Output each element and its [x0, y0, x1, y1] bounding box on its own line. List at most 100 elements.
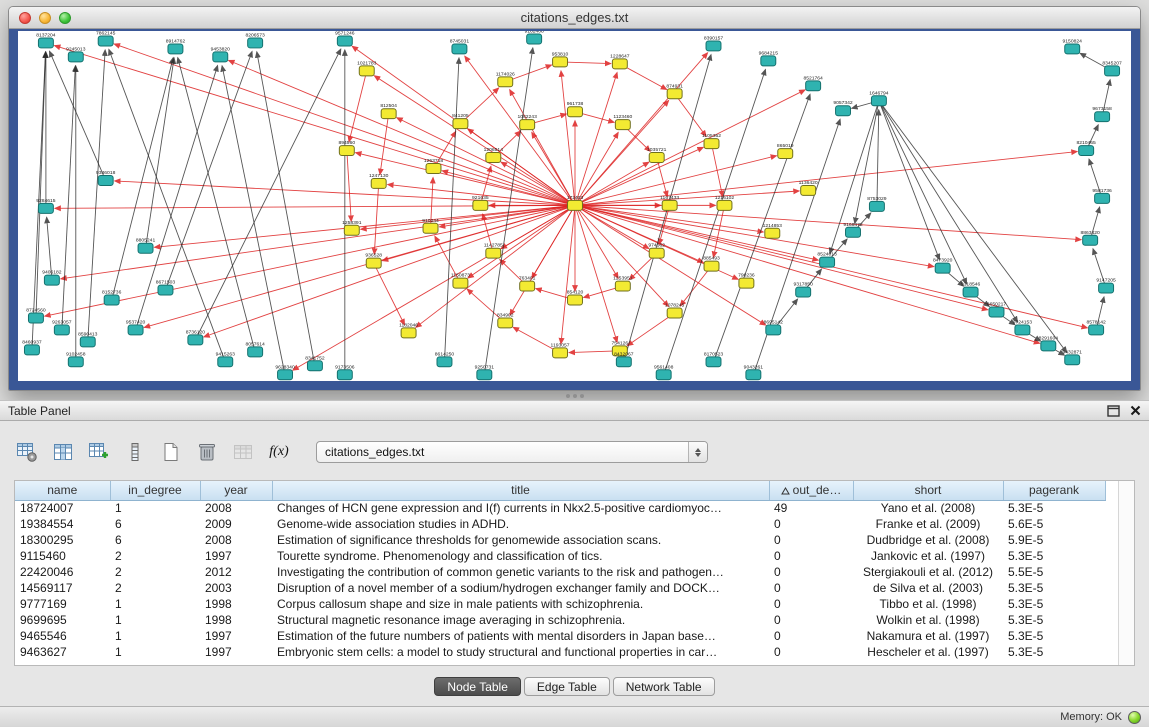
graph-node[interactable]: 1228647: [610, 53, 630, 68]
table-row[interactable]: 969969511998Structural magnetic resonanc…: [15, 612, 1105, 628]
table-cell[interactable]: 1: [110, 612, 200, 628]
float-panel-icon[interactable]: [1107, 405, 1120, 417]
graph-node[interactable]: 8206573: [245, 32, 265, 47]
table-cell[interactable]: 6: [110, 516, 200, 532]
table-cell[interactable]: Nakamura et al. (1997): [853, 628, 1003, 644]
graph-node[interactable]: 8736120: [186, 329, 206, 344]
table-cell[interactable]: 1: [110, 500, 200, 516]
graph-node[interactable]: 8753029: [867, 196, 887, 211]
column-header-in-degree[interactable]: in_degree: [110, 481, 200, 500]
tab-edge-table[interactable]: Edge Table: [524, 677, 610, 696]
graph-node[interactable]: 9537420: [126, 319, 146, 334]
table-row[interactable]: 1456911722003Disruption of a novel membe…: [15, 580, 1105, 596]
table-selector-dropdown[interactable]: citations_edges.txt: [316, 441, 708, 463]
graph-node[interactable]: 9684215: [759, 50, 779, 65]
graph-node[interactable]: 8152736: [102, 290, 122, 305]
graph-node[interactable]: 8341752: [305, 355, 325, 370]
new-table-button[interactable]: [158, 439, 184, 465]
table-cell[interactable]: Genome-wide association studies in ADHD.: [272, 516, 769, 532]
create-column-button[interactable]: [86, 439, 112, 465]
graph-node[interactable]: 9581736: [1092, 188, 1112, 203]
graph-node[interactable]: 1263718: [424, 158, 444, 173]
graph-node[interactable]: 8695142: [764, 319, 784, 334]
table-cell[interactable]: 2008: [200, 500, 272, 516]
graph-node[interactable]: 1193057: [551, 342, 570, 357]
graph-node[interactable]: 1253951: [613, 276, 633, 291]
table-cell[interactable]: 18724007: [15, 500, 110, 516]
table-scrollbar[interactable]: [1118, 481, 1134, 665]
table-cell[interactable]: 0: [769, 564, 853, 580]
delete-table-button[interactable]: [194, 439, 220, 465]
table-row[interactable]: 1872400712008Changes of HCN gene express…: [15, 500, 1105, 516]
graph-node[interactable]: 1105362: [702, 133, 721, 148]
graph-node[interactable]: 1150873: [451, 273, 470, 288]
table-cell[interactable]: Tibbo et al. (1998): [853, 596, 1003, 612]
graph-node[interactable]: 8578142: [1086, 319, 1106, 334]
table-cell[interactable]: 2008: [200, 532, 272, 548]
table-cell[interactable]: 1998: [200, 596, 272, 612]
graph-node[interactable]: 9432871: [1063, 349, 1083, 364]
graph-node[interactable]: 9724153: [1013, 319, 1033, 334]
table-cell[interactable]: 14569117: [15, 580, 110, 596]
table-cell[interactable]: 1: [110, 628, 200, 644]
column-header-pagerank[interactable]: pagerank: [1003, 481, 1105, 500]
graph-node[interactable]: 841205: [452, 113, 469, 128]
table-cell[interactable]: 9115460: [15, 548, 110, 564]
table-row[interactable]: 977716911998Corpus callosum shape and si…: [15, 596, 1105, 612]
network-canvas[interactable]: 1724031167433974562125395185412076340111…: [18, 31, 1131, 381]
graph-node[interactable]: 763401: [519, 276, 536, 291]
graph-node[interactable]: 974562: [648, 243, 665, 258]
graph-node[interactable]: 8345207: [1102, 60, 1122, 75]
graph-node[interactable]: 9168472: [843, 222, 863, 237]
table-cell[interactable]: 22420046: [15, 564, 110, 580]
table-row[interactable]: 946554611997Estimation of the future num…: [15, 628, 1105, 644]
graph-node[interactable]: 1136420: [799, 180, 818, 195]
table-row[interactable]: 1938455462009Genome-wide association stu…: [15, 516, 1105, 532]
tab-node-table[interactable]: Node Table: [434, 677, 521, 696]
zoom-button[interactable]: [59, 12, 71, 24]
graph-node[interactable]: 9346018: [96, 170, 116, 185]
table-cell[interactable]: Jankovic et al. (1997): [853, 548, 1003, 564]
graph-node[interactable]: 1258391: [342, 220, 362, 235]
graph-node[interactable]: 1646794: [869, 90, 889, 105]
table-cell[interactable]: Hescheler et al. (1997): [853, 644, 1003, 660]
graph-node[interactable]: 8614250: [435, 351, 455, 366]
table-cell[interactable]: 2: [110, 580, 200, 596]
table-cell[interactable]: 1: [110, 644, 200, 660]
graph-node[interactable]: 9415263: [216, 351, 236, 366]
table-cell[interactable]: Structural magnetic resonance image aver…: [272, 612, 769, 628]
graph-node[interactable]: 9057342: [833, 100, 853, 115]
graph-node[interactable]: 1167433: [660, 195, 679, 210]
graph-node[interactable]: 1247130: [369, 173, 389, 188]
graph-node[interactable]: 8650217: [987, 302, 1007, 317]
graph-node[interactable]: 9102458: [66, 351, 86, 366]
graph-node[interactable]: 961738: [567, 101, 584, 116]
table-cell[interactable]: 19384554: [15, 516, 110, 532]
column-header-title[interactable]: title: [272, 481, 769, 500]
table-cell[interactable]: de Silva et al. (2003): [853, 580, 1003, 596]
table-cell[interactable]: 6: [110, 532, 200, 548]
graph-node[interactable]: 865019: [777, 143, 794, 158]
table-cell[interactable]: Estimation of the future numbers of pati…: [272, 628, 769, 644]
table-cell[interactable]: Wolkin et al. (1998): [853, 612, 1003, 628]
graph-node[interactable]: 9406182: [42, 270, 62, 285]
graph-node[interactable]: 936528: [365, 253, 382, 268]
table-cell[interactable]: Yano et al. (2008): [853, 500, 1003, 516]
graph-node[interactable]: 8210465: [1076, 140, 1096, 155]
table-mode-button[interactable]: [14, 439, 40, 465]
graph-node[interactable]: 8745031: [450, 38, 470, 53]
graph-node[interactable]: 9284615: [36, 198, 56, 213]
graph-node[interactable]: 8590413: [78, 331, 98, 346]
graph-node[interactable]: 9245013: [66, 46, 86, 61]
graph-node[interactable]: 8432067: [614, 351, 634, 366]
table-cell[interactable]: 2: [110, 548, 200, 564]
table-cell[interactable]: 49: [769, 500, 853, 516]
table-row[interactable]: 946362711997Embryonic stem cells: a mode…: [15, 644, 1105, 660]
table-cell[interactable]: 2: [110, 564, 200, 580]
table-cell[interactable]: 5.3E-5: [1003, 612, 1105, 628]
table-cell[interactable]: Corpus callosum shape and size in male p…: [272, 596, 769, 612]
graph-node[interactable]: 9263057: [52, 319, 72, 334]
table-cell[interactable]: Tourette syndrome. Phenomenology and cla…: [272, 548, 769, 564]
graph-node[interactable]: 8863420: [1080, 230, 1100, 245]
graph-node[interactable]: 9147205: [1096, 278, 1116, 293]
